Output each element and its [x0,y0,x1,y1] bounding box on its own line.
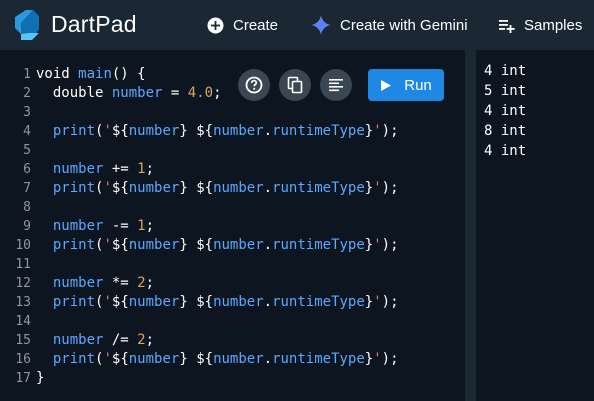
create-label: Create [233,16,279,34]
code-text[interactable]: double number = 4.0; [36,84,222,103]
output-line: 4 int [484,103,527,119]
line-number: 7 [23,181,31,196]
line-number: 5 [23,143,31,158]
create-with-gemini-button[interactable]: Create with Gemini [311,14,468,36]
console-output: 4 int 5 int 4 int 8 int 4 int [484,61,526,161]
gemini-sparkle-icon [311,15,331,35]
code-text[interactable]: print('${number} ${number.runtimeType}')… [36,122,399,141]
line-number: 2 [23,86,31,101]
line-number: 12 [15,276,31,291]
create-button[interactable]: Create [207,14,278,36]
format-icon [329,79,343,92]
run-button[interactable]: Run [368,69,444,101]
play-icon [381,79,392,91]
samples-label: Samples [524,16,583,34]
help-icon [245,76,263,94]
line-number: 4 [23,124,31,139]
line-number: 17 [15,371,31,386]
code-text[interactable]: print('${number} ${number.runtimeType}')… [36,236,399,255]
copy-button[interactable] [279,69,311,101]
output-line: 4 int [484,143,527,159]
create-with-gemini-label: Create with Gemini [340,16,468,34]
line-number: 1 [23,67,31,82]
code-text[interactable]: } [36,369,44,388]
line-number: 3 [23,105,31,120]
line-number: 6 [23,162,31,177]
output-line: 4 int [484,63,527,79]
code-text[interactable]: print('${number} ${number.runtimeType}')… [36,179,399,198]
line-number: 10 [15,238,31,253]
code-text[interactable]: void main() { [36,65,146,84]
output-line: 5 int [484,83,527,99]
code-editor[interactable]: 1 void main() { 2 double number = 4.0; 3 4 p… [0,50,465,401]
playlist-add-icon [499,19,515,33]
dart-logo-icon [15,10,39,40]
line-number: 8 [23,200,31,215]
run-label: Run [404,76,432,94]
line-number: 14 [15,314,31,329]
app-header: DartPad Create Create with Gemini Sample… [0,0,594,50]
line-number: 15 [15,333,31,348]
plus-circle-icon [207,17,224,33]
code-text[interactable]: print('${number} ${number.runtimeType}')… [36,350,399,369]
line-number: 9 [23,219,31,234]
copy-icon [287,76,303,94]
line-number: 16 [15,352,31,367]
line-number: 11 [15,257,31,272]
code-text[interactable]: number += 1; [36,160,154,179]
help-button[interactable] [238,69,270,101]
code-text[interactable]: number -= 1; [36,217,154,236]
code-text[interactable]: print('${number} ${number.runtimeType}')… [36,293,399,312]
format-button[interactable] [320,69,352,101]
line-number: 13 [15,295,31,310]
output-line: 8 int [484,123,527,139]
panel-divider[interactable] [465,50,476,401]
code-text[interactable]: number /= 2; [36,331,154,350]
samples-button[interactable]: Samples [498,14,582,36]
app-title: DartPad [51,11,137,37]
code-text[interactable]: number *= 2; [36,274,154,293]
